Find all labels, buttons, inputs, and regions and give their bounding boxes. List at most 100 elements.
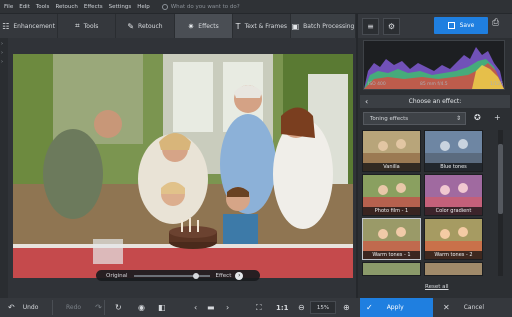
exif-shutter: 1/125 <box>490 82 503 87</box>
photo-canvas[interactable] <box>13 54 353 278</box>
effects-scrollbar[interactable] <box>498 130 503 276</box>
menu-bar: File Edit Tools Retouch Effects Settings… <box>0 0 512 13</box>
original-label: Original <box>106 272 128 279</box>
tab-effects[interactable]: ✷ Effects <box>174 14 233 38</box>
menu-help[interactable]: Help <box>137 4 150 10</box>
menu-file[interactable]: File <box>4 4 13 10</box>
effect-thumb-blue-tones[interactable]: Blue tones <box>424 130 483 172</box>
compare-next-icon[interactable]: › <box>235 271 244 280</box>
menu-tools[interactable]: Tools <box>36 4 50 10</box>
effect-label: Photo film - 1 <box>363 207 420 215</box>
left-rail: › › › <box>0 38 8 298</box>
effect-thumb-warm-tones-2[interactable]: Warm tones - 2 <box>424 218 483 260</box>
effects-grid: Vanilla Blue tones Photo film - 1 Color … <box>362 130 492 276</box>
menu-settings[interactable]: Settings <box>109 4 132 10</box>
rotate-icon[interactable]: ↻ <box>115 298 122 317</box>
undo-button[interactable]: ↶ Undo <box>8 298 38 317</box>
choose-effect-title: Choose an effect: <box>408 98 462 105</box>
effect-thumb-partial[interactable] <box>424 262 483 276</box>
tab-label: Enhancement <box>13 22 55 30</box>
choose-effect-header: ‹ Choose an effect: <box>360 95 510 108</box>
compare-slider[interactable]: Original Effect › <box>96 270 260 281</box>
magic-wand-icon: ✷ <box>187 21 195 31</box>
add-layer-icon: ≡ <box>367 21 374 31</box>
next-icon[interactable]: › <box>226 298 229 317</box>
zoom-out-icon[interactable]: ⊖ <box>298 298 305 317</box>
effect-category-select[interactable]: Toning effects ⇕ <box>363 112 466 125</box>
chevron-right-icon[interactable]: › <box>1 59 8 65</box>
undo-label: Undo <box>22 304 39 311</box>
menu-effects[interactable]: Effects <box>84 4 103 10</box>
zoom-in-icon[interactable]: ⊕ <box>343 298 350 317</box>
effect-label: Warm tones - 2 <box>425 251 482 259</box>
close-icon: ✕ <box>443 303 450 312</box>
eye-icon[interactable]: ◉ <box>138 298 145 317</box>
brush-icon: ✎ <box>127 21 135 31</box>
sliders-icon: ☷ <box>2 21 10 31</box>
apply-button[interactable]: ✓ Apply <box>360 298 433 317</box>
print-icon[interactable]: ⎙ <box>492 18 499 28</box>
cancel-label: Cancel <box>463 304 485 311</box>
effect-label: Vanilla <box>363 163 420 171</box>
reset-all-link[interactable]: Reset all <box>425 284 449 290</box>
thumb-image <box>363 263 420 275</box>
redo-icon: ↷ <box>95 303 102 312</box>
chevron-updown-icon: ⇕ <box>455 115 461 122</box>
effect-thumb-warm-tones-1[interactable]: Warm tones - 1 <box>362 218 421 260</box>
redo-button[interactable]: Redo ↷ <box>66 298 102 317</box>
compare-knob[interactable] <box>192 272 199 279</box>
exif-lens: 85 mm f/4.5 <box>420 82 448 87</box>
tab-label: Text & Frames <box>244 22 288 30</box>
effect-label: Blue tones <box>425 163 482 171</box>
back-icon[interactable]: ‹ <box>365 97 368 106</box>
compare-track[interactable] <box>133 272 210 279</box>
tab-label: Tools <box>83 22 99 30</box>
tab-retouch[interactable]: ✎ Retouch <box>116 14 175 38</box>
tab-label: Effects <box>198 22 219 30</box>
menu-edit[interactable]: Edit <box>19 4 30 10</box>
effect-thumb-color-gradient[interactable]: Color gradient <box>424 174 483 216</box>
undo-icon: ↶ <box>8 303 15 312</box>
manage-effects-button[interactable]: ⚙ <box>383 17 400 35</box>
chevron-right-icon[interactable]: › <box>1 41 8 47</box>
effect-thumb-partial[interactable] <box>362 262 421 276</box>
menu-retouch[interactable]: Retouch <box>55 4 77 10</box>
divider <box>52 300 53 315</box>
add-icon[interactable]: + <box>494 113 501 122</box>
divider <box>104 300 105 315</box>
apply-label: Apply <box>386 304 404 311</box>
save-label: Save <box>459 22 475 29</box>
folder-icon[interactable]: ▬ <box>207 298 215 317</box>
effect-label: Color gradient <box>425 207 482 215</box>
tab-label: Batch Processing <box>303 22 355 30</box>
compare-icon[interactable]: ◧ <box>158 298 166 317</box>
actual-size-button[interactable]: 1:1 <box>276 298 289 317</box>
add-effect-button[interactable]: ≡ <box>362 17 379 35</box>
effect-thumb-vanilla[interactable]: Vanilla <box>362 130 421 172</box>
settings-list-icon: ⚙ <box>387 21 396 31</box>
tab-label: Retouch <box>138 22 163 30</box>
save-icon <box>447 22 455 29</box>
scrollbar-thumb[interactable] <box>498 144 503 214</box>
tab-batch-processing[interactable]: ▣ Batch Processing <box>290 14 357 38</box>
favorites-icon[interactable]: ✪ <box>474 113 481 122</box>
previous-icon[interactable]: ‹ <box>194 298 197 317</box>
thumb-image <box>425 263 482 275</box>
chevron-right-icon[interactable]: › <box>1 50 8 56</box>
tab-tools[interactable]: ⌗ Tools <box>58 14 117 38</box>
check-icon: ✓ <box>366 303 373 312</box>
fit-screen-icon[interactable]: ⛶ <box>256 298 262 317</box>
zoom-level[interactable]: 15% <box>310 301 336 314</box>
cancel-button[interactable]: ✕ Cancel <box>437 298 512 317</box>
effect-thumb-photo-film-1[interactable]: Photo film - 1 <box>362 174 421 216</box>
tab-enhancement[interactable]: ☷ Enhancement <box>0 14 59 38</box>
search-placeholder: What do you want to do? <box>170 3 240 10</box>
photo-image <box>13 54 353 278</box>
tab-text-frames[interactable]: T Text & Frames <box>233 14 291 38</box>
batch-icon: ▣ <box>291 21 300 31</box>
effect-label: Warm tones - 1 <box>363 251 420 259</box>
effect-category-value: Toning effects <box>370 115 409 122</box>
search-input[interactable]: What do you want to do? <box>161 3 240 10</box>
save-button[interactable]: Save <box>434 17 488 34</box>
search-icon <box>161 3 168 10</box>
